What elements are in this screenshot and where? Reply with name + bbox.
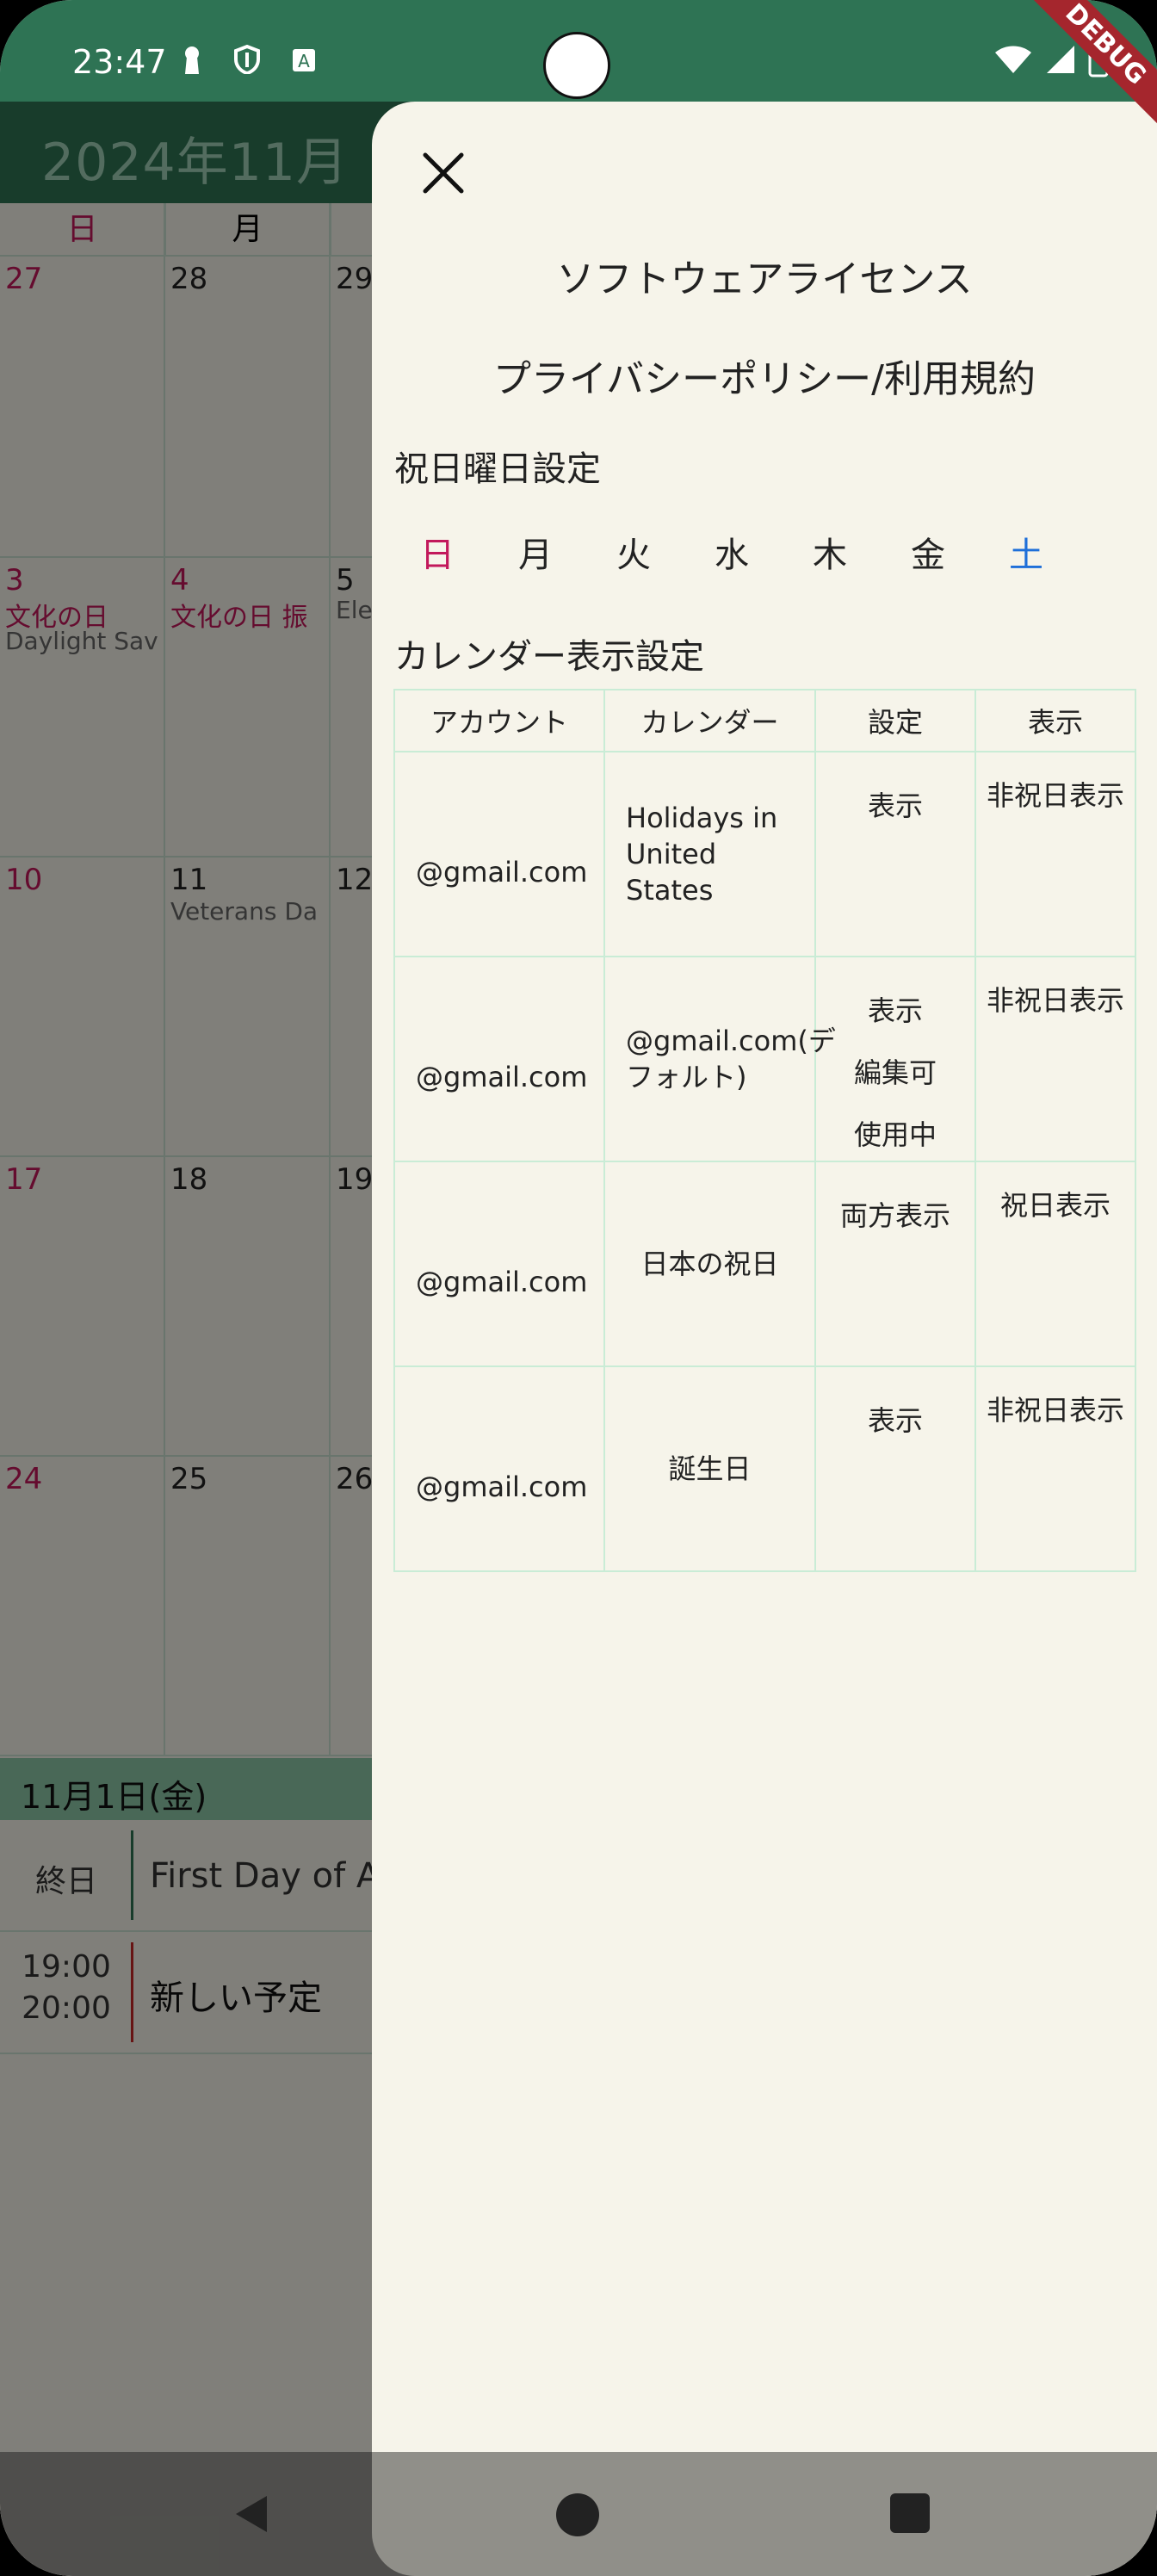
column-header: アカウント [393, 689, 605, 752]
privacy-policy-link[interactable]: プライバシーポリシー/利用規約 [372, 348, 1157, 403]
close-icon[interactable] [413, 143, 473, 203]
table-row: @gmail.com Holidays in United States 表示 … [393, 751, 1136, 957]
calendar-name: @gmail.com(デフォルト) [626, 1025, 836, 1093]
shield-icon [234, 45, 260, 74]
display-option[interactable]: 非祝日表示 [985, 1390, 1126, 1431]
holiday-dow-sat[interactable]: 土 [999, 527, 1054, 577]
holiday-dow-fri[interactable]: 金 [900, 527, 956, 577]
display-option[interactable]: 非祝日表示 [985, 980, 1126, 1021]
display-option[interactable]: 祝日表示 [985, 1185, 1126, 1226]
keyhole-icon [185, 46, 199, 74]
holiday-dow-wed[interactable]: 水 [704, 527, 759, 577]
back-icon[interactable] [232, 2492, 270, 2536]
setting-option[interactable]: 両方表示 [816, 1185, 974, 1247]
phone-screen: 23:47 A 2024年11月 日 月 27 28 29 3 文化の日 Day… [0, 0, 1157, 2576]
calendar-name: 誕生日 [668, 1452, 752, 1485]
calendar-name: 日本の祝日 [640, 1248, 779, 1280]
holiday-dow-tue[interactable]: 火 [606, 527, 661, 577]
home-icon[interactable] [556, 2493, 599, 2536]
signal-icon [1047, 46, 1074, 73]
status-time: 23:47 [72, 43, 167, 81]
recents-icon[interactable] [890, 2493, 930, 2533]
display-section-title: カレンダー表示設定 [394, 637, 704, 677]
software-license-link[interactable]: ソフトウェアライセンス [372, 248, 1157, 303]
table-row: @gmail.com 誕生日 表示 非祝日表示 [393, 1365, 1136, 1572]
account-email: @gmail.com [416, 1266, 588, 1298]
account-email: @gmail.com [416, 856, 588, 889]
holiday-dow-mon[interactable]: 月 [508, 527, 563, 577]
camera-cutout [543, 32, 610, 99]
table-row: @gmail.com 日本の祝日 両方表示 祝日表示 [393, 1161, 1136, 1367]
display-option[interactable]: 非祝日表示 [985, 775, 1126, 816]
setting-option[interactable]: 編集可 [816, 1042, 974, 1104]
svg-text:A: A [298, 51, 310, 71]
account-email: @gmail.com [416, 1471, 588, 1503]
column-header: 表示 [974, 689, 1136, 752]
holiday-dow-sun[interactable]: 日 [410, 527, 465, 577]
setting-option[interactable]: 表示 [816, 775, 974, 837]
wifi-icon [995, 46, 1031, 73]
setting-option[interactable]: 表示 [816, 1390, 974, 1452]
calendar-settings-table: アカウント カレンダー 設定 表示 @gmail.com Holidays in… [393, 689, 1136, 1572]
holiday-dow-thu[interactable]: 木 [802, 527, 857, 577]
table-row: @gmail.com @gmail.com(デフォルト) 表示 編集可 使用中 … [393, 956, 1136, 1162]
setting-option[interactable]: 表示 [816, 980, 974, 1042]
table-header-row: アカウント カレンダー 設定 表示 [393, 689, 1136, 752]
holiday-section-title: 祝日曜日設定 [394, 449, 601, 489]
calendar-name: Holidays in United States [626, 802, 778, 907]
column-header: 設定 [814, 689, 976, 752]
translate-icon: A [293, 49, 315, 71]
column-header: カレンダー [603, 689, 816, 752]
account-email: @gmail.com [416, 1061, 588, 1093]
setting-option[interactable]: 使用中 [816, 1104, 974, 1166]
